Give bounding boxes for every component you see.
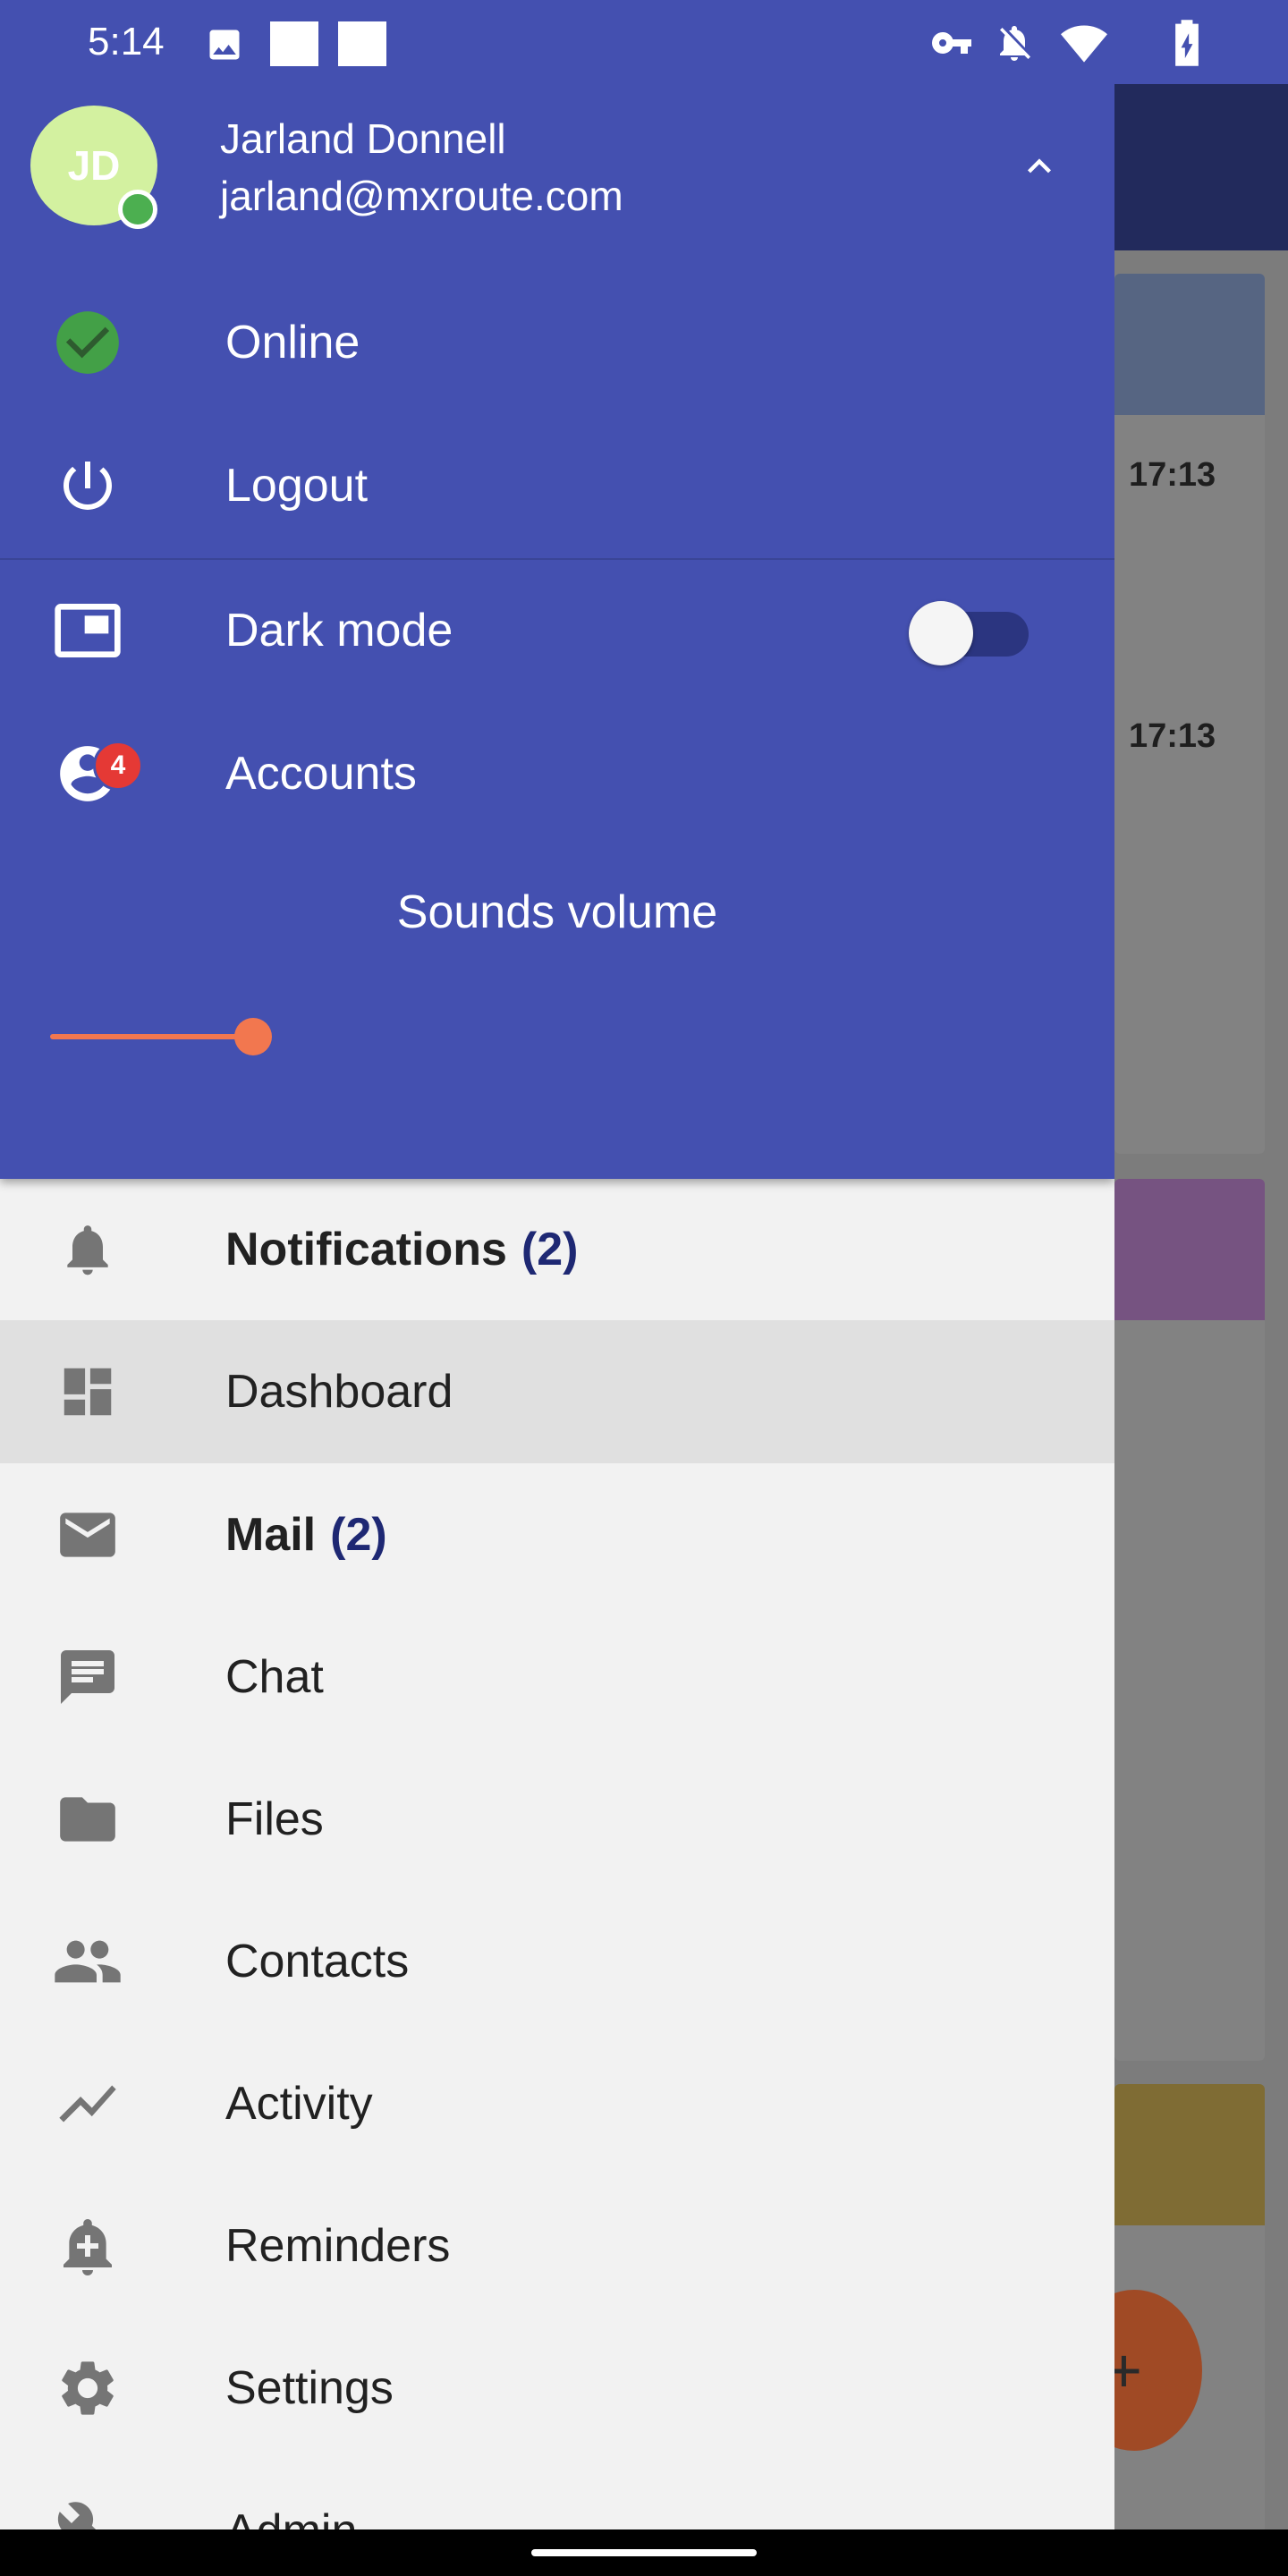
square-icon	[338, 21, 386, 66]
status-time: 5:14	[88, 20, 165, 64]
status-online-item[interactable]: Online	[0, 275, 1114, 410]
logout-item[interactable]: Logout	[0, 419, 1114, 553]
home-handle[interactable]	[531, 2549, 757, 2556]
battery-charging-icon	[1174, 20, 1200, 71]
nav-item-notifications[interactable]: Notifications (2)	[0, 1179, 1114, 1320]
nav-label: Files	[225, 1793, 324, 1845]
sounds-volume-thumb[interactable]	[234, 1018, 272, 1055]
nav-label: Settings	[225, 2362, 394, 2414]
alarm-add-icon	[50, 2208, 125, 2284]
status-label: Online	[225, 317, 360, 369]
square-icon	[270, 21, 318, 66]
bell-icon	[50, 1212, 125, 1287]
nav-label: Contacts	[225, 1936, 410, 1987]
vpn-key-icon	[928, 21, 975, 69]
presence-indicator	[118, 190, 157, 229]
wrench-icon	[50, 2494, 125, 2529]
mail-icon	[50, 1497, 125, 1572]
people-icon	[50, 1924, 125, 1999]
chevron-up-icon[interactable]	[1016, 143, 1063, 194]
nav-item-mail[interactable]: Mail (2)	[0, 1463, 1114, 1606]
divider	[0, 558, 1114, 560]
user-email: jarland@mxroute.com	[220, 173, 623, 219]
nav-item-chat[interactable]: Chat	[0, 1606, 1114, 1748]
nav-label: Notifications	[225, 1224, 507, 1275]
user-name: Jarland Donnell	[220, 115, 506, 162]
nav-item-dashboard[interactable]: Dashboard	[0, 1320, 1114, 1463]
picture-in-picture-icon	[50, 593, 125, 668]
power-icon	[50, 448, 125, 523]
wifi-icon	[1061, 23, 1107, 67]
nav-item-activity[interactable]: Activity	[0, 2032, 1114, 2175]
gear-icon	[50, 2351, 125, 2426]
nav-label: Reminders	[225, 2220, 451, 2272]
status-bar: 5:14	[0, 0, 1288, 84]
accounts-label: Accounts	[225, 748, 417, 800]
nav-item-settings[interactable]: Settings	[0, 2317, 1114, 2460]
nav-label: Chat	[225, 1651, 324, 1703]
nav-label: Dashboard	[225, 1366, 453, 1418]
accounts-badge: 4	[93, 741, 143, 791]
drawer-header: JD Jarland Donnell jarland@mxroute.com O…	[0, 0, 1114, 1179]
nav-item-contacts[interactable]: Contacts	[0, 1891, 1114, 2032]
trending-icon	[50, 2066, 125, 2141]
nav-label: Activity	[225, 2078, 373, 2130]
dashboard-icon	[50, 1354, 125, 1429]
nav-count: (2)	[521, 1224, 579, 1275]
dark-mode-label: Dark mode	[225, 605, 453, 657]
nav-label: Mail	[225, 1509, 317, 1561]
sounds-volume-label: Sounds volume	[396, 886, 718, 938]
image-icon	[204, 25, 245, 69]
folder-icon	[50, 1782, 125, 1857]
nav-item-reminders[interactable]: Reminders	[0, 2175, 1114, 2317]
navigation-drawer: JD Jarland Donnell jarland@mxroute.com O…	[0, 0, 1114, 2529]
background-time: 17:13	[1129, 717, 1216, 755]
nav-count: (2)	[330, 1509, 387, 1561]
dark-mode-toggle-thumb[interactable]	[909, 601, 973, 665]
logout-label: Logout	[225, 460, 369, 512]
chat-icon	[50, 1640, 125, 1715]
accounts-item[interactable]: Accounts	[0, 707, 1114, 841]
notifications-off-icon	[993, 21, 1036, 69]
check-circle-icon	[50, 305, 125, 380]
background-card	[1114, 1179, 1265, 2061]
system-nav-bar	[0, 2529, 1288, 2576]
nav-item-admin[interactable]: Admin	[0, 2460, 1114, 2529]
nav-label: Admin	[225, 2504, 357, 2529]
sounds-volume-slider[interactable]	[50, 1034, 252, 1039]
background-time: 17:13	[1129, 456, 1216, 494]
background-card	[1114, 274, 1265, 1154]
nav-item-files[interactable]: Files	[0, 1748, 1114, 1891]
